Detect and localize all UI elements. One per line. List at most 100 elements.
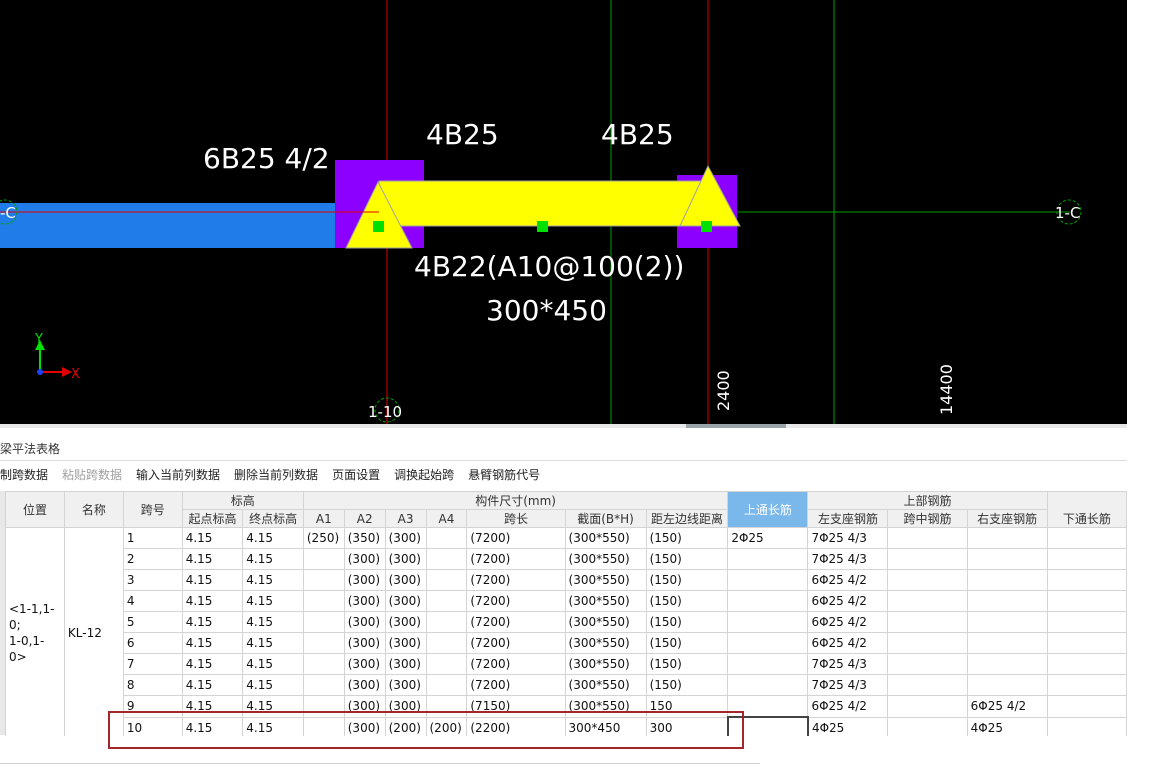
- cell-a2[interactable]: (300): [343, 695, 386, 718]
- cell-mid[interactable]: [887, 653, 968, 675]
- cell-a2[interactable]: (300): [343, 653, 386, 675]
- cell-top[interactable]: [727, 695, 809, 718]
- cell-top[interactable]: [726, 716, 809, 736]
- grip-mid[interactable]: [537, 221, 548, 232]
- header-bottom-continuous[interactable]: 下通长筋: [1046, 491, 1127, 528]
- cell-span[interactable]: 2: [122, 548, 183, 570]
- cell-a4[interactable]: [425, 632, 468, 654]
- cell-len[interactable]: (7200): [466, 632, 566, 654]
- table-row[interactable]: 10 4.15 4.15 (300) (200) (200) (2200) 300*450 30…: [6, 716, 1127, 736]
- cell-len[interactable]: (7200): [466, 611, 566, 633]
- cell-start[interactable]: 4.15: [181, 569, 244, 591]
- cell-right[interactable]: 4Φ25: [966, 716, 1048, 736]
- cell-sec[interactable]: (300*550): [564, 548, 647, 570]
- cell-a2[interactable]: (300): [343, 611, 386, 633]
- cell-right[interactable]: 6Φ25 4/2: [966, 695, 1048, 718]
- cell-len[interactable]: (7200): [466, 674, 566, 696]
- paste-span-data-button[interactable]: 粘贴跨数据: [62, 466, 122, 486]
- cell-span[interactable]: 1: [122, 527, 183, 549]
- input-column-data-button[interactable]: 输入当前列数据: [136, 466, 220, 486]
- cell-bot[interactable]: [1046, 716, 1127, 736]
- cell-a4[interactable]: (200): [425, 716, 468, 736]
- cell-a3[interactable]: (300): [384, 569, 427, 591]
- cell-sec[interactable]: (300*550): [564, 695, 647, 718]
- cell-mid[interactable]: [887, 674, 968, 696]
- panel-splitter[interactable]: [0, 424, 1127, 428]
- cell-len[interactable]: (7200): [466, 653, 566, 675]
- cell-right[interactable]: [966, 611, 1048, 633]
- table-row[interactable]: 3 4.15 4.15 (300) (300) (7200) (300*550) (150) 6…: [6, 569, 1127, 591]
- cell-bot[interactable]: [1046, 590, 1127, 612]
- cell-mid[interactable]: [887, 716, 968, 736]
- cell-span[interactable]: 4: [122, 590, 183, 612]
- cell-a3[interactable]: (300): [384, 527, 427, 549]
- cell-off[interactable]: (150): [645, 548, 729, 570]
- table-row[interactable]: 4 4.15 4.15 (300) (300) (7200) (300*550) (150) 6…: [6, 590, 1127, 612]
- cell-end[interactable]: 4.15: [242, 632, 304, 654]
- cell-position[interactable]: <1-1,1-0; 1-0,1-0>: [5, 527, 65, 736]
- table-row[interactable]: 5 4.15 4.15 (300) (300) (7200) (300*550) (150) 6…: [6, 611, 1127, 633]
- cell-a3[interactable]: (300): [384, 653, 427, 675]
- cell-sec[interactable]: (300*550): [564, 590, 647, 612]
- cell-start[interactable]: 4.15: [181, 611, 244, 633]
- cell-sec[interactable]: 300*450: [564, 716, 647, 736]
- cell-a2[interactable]: (300): [343, 632, 386, 654]
- cell-mid[interactable]: [887, 590, 968, 612]
- header-position[interactable]: 位置: [5, 491, 65, 528]
- cell-left[interactable]: 6Φ25 4/2: [807, 611, 889, 633]
- cell-start[interactable]: 4.15: [181, 548, 244, 570]
- cell-a1[interactable]: [302, 632, 345, 654]
- cell-sec[interactable]: (300*550): [564, 653, 647, 675]
- cell-a4[interactable]: [425, 548, 468, 570]
- cell-span[interactable]: 6: [122, 632, 183, 654]
- cell-off[interactable]: 300: [645, 716, 729, 736]
- cell-sec[interactable]: (300*550): [564, 674, 647, 696]
- cell-off[interactable]: (150): [645, 611, 729, 633]
- cell-left[interactable]: 6Φ25 4/2: [807, 632, 889, 654]
- cell-mid[interactable]: [887, 548, 968, 570]
- cell-start[interactable]: 4.15: [181, 674, 244, 696]
- cell-a4[interactable]: [425, 527, 468, 549]
- cell-left[interactable]: 7Φ25 4/3: [807, 527, 889, 549]
- cell-mid[interactable]: [887, 611, 968, 633]
- cell-right[interactable]: [966, 632, 1048, 654]
- cell-mid[interactable]: [887, 569, 968, 591]
- table-row[interactable]: <1-1,1-0; 1-0,1-0> KL-12 1 4.15 4.15 (250) (35…: [5, 527, 1127, 736]
- cell-a3[interactable]: (300): [384, 548, 427, 570]
- header-a1[interactable]: A1: [302, 509, 345, 528]
- cell-a2[interactable]: (300): [343, 716, 386, 736]
- cell-start[interactable]: 4.15: [181, 653, 244, 675]
- cell-off[interactable]: (150): [645, 674, 729, 696]
- cell-span[interactable]: 8: [122, 674, 183, 696]
- cell-a1[interactable]: [302, 590, 345, 612]
- cell-off[interactable]: (150): [645, 632, 729, 654]
- cell-bot[interactable]: [1046, 527, 1127, 549]
- cell-top[interactable]: [727, 569, 809, 591]
- cell-len[interactable]: (7150): [466, 695, 566, 718]
- cell-top[interactable]: 2Φ25: [727, 527, 809, 549]
- cell-right[interactable]: [966, 569, 1048, 591]
- header-span[interactable]: 跨号: [122, 491, 183, 528]
- cell-len[interactable]: (2200): [466, 716, 566, 736]
- cell-left[interactable]: 7Φ25 4/3: [807, 674, 889, 696]
- cell-top[interactable]: [727, 632, 809, 654]
- header-section[interactable]: 截面(B*H): [564, 509, 647, 528]
- cell-a3[interactable]: (300): [384, 590, 427, 612]
- cell-a2[interactable]: (300): [343, 674, 386, 696]
- header-a2[interactable]: A2: [343, 509, 386, 528]
- cell-left[interactable]: 6Φ25 4/2: [807, 569, 889, 591]
- table-row[interactable]: 9 4.15 4.15 (300) (300) (7150) (300*550) 150 6Φ2…: [6, 695, 1127, 718]
- cell-start[interactable]: 4.15: [181, 695, 244, 718]
- cell-span[interactable]: 5: [122, 611, 183, 633]
- cell-start[interactable]: 4.15: [181, 632, 244, 654]
- cell-left[interactable]: 7Φ25 4/3: [807, 548, 889, 570]
- cell-a3[interactable]: (300): [384, 695, 427, 718]
- cell-span[interactable]: 7: [122, 653, 183, 675]
- cell-bot[interactable]: [1046, 611, 1127, 633]
- cell-start[interactable]: 4.15: [181, 590, 244, 612]
- cell-sec[interactable]: (300*550): [564, 569, 647, 591]
- cell-span[interactable]: 3: [122, 569, 183, 591]
- cell-a2[interactable]: (300): [343, 590, 386, 612]
- cell-a4[interactable]: [425, 653, 468, 675]
- cell-a4[interactable]: [425, 695, 468, 718]
